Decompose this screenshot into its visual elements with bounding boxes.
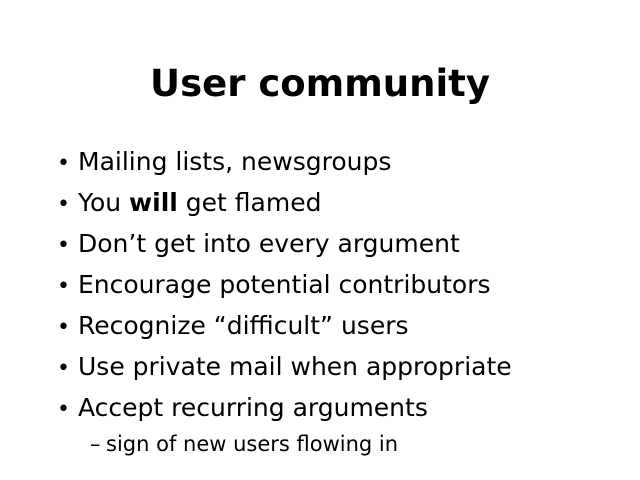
bullet-text: Encourage potential contributors: [78, 270, 491, 299]
bullet-item: • Encourage potential contributors: [57, 264, 512, 305]
bullet-item: • Recognize “difficult” users: [57, 305, 512, 346]
bullet-item: • Accept recurring arguments: [57, 387, 512, 428]
bullet-text-before: You: [78, 188, 130, 217]
bullet-icon: •: [57, 192, 70, 217]
bullet-icon: •: [57, 274, 70, 299]
bullet-text: Mailing lists, newsgroups: [78, 147, 392, 176]
bullet-icon: •: [57, 315, 70, 340]
bullet-item: • Don’t get into every argument: [57, 223, 512, 264]
bullet-text: Use private mail when appropriate: [78, 352, 512, 381]
bullet-text: Don’t get into every argument: [78, 229, 460, 258]
bullet-text-bold: will: [129, 188, 178, 217]
slide-title: User community: [150, 62, 490, 105]
bullet-icon: •: [57, 233, 70, 258]
bullet-text-after: get flamed: [177, 188, 322, 217]
bullet-icon: •: [57, 397, 70, 422]
bullet-icon: •: [57, 356, 70, 381]
bullet-item: • You will get flamed: [57, 182, 512, 223]
dash-icon: –: [90, 432, 101, 456]
bullet-item: • Mailing lists, newsgroups: [57, 141, 512, 182]
bullet-list: • Mailing lists, newsgroups • You will get…: [57, 141, 512, 428]
bullet-text: Recognize “difficult” users: [78, 311, 409, 340]
bullet-text: Accept recurring arguments: [78, 393, 428, 422]
sub-bullet-item: – sign of new users flowing in: [90, 426, 398, 462]
sub-bullet-text: sign of new users flowing in: [106, 432, 399, 456]
bullet-icon: •: [57, 151, 70, 176]
bullet-text: You will get flamed: [78, 188, 321, 217]
bullet-item: • Use private mail when appropriate: [57, 346, 512, 387]
